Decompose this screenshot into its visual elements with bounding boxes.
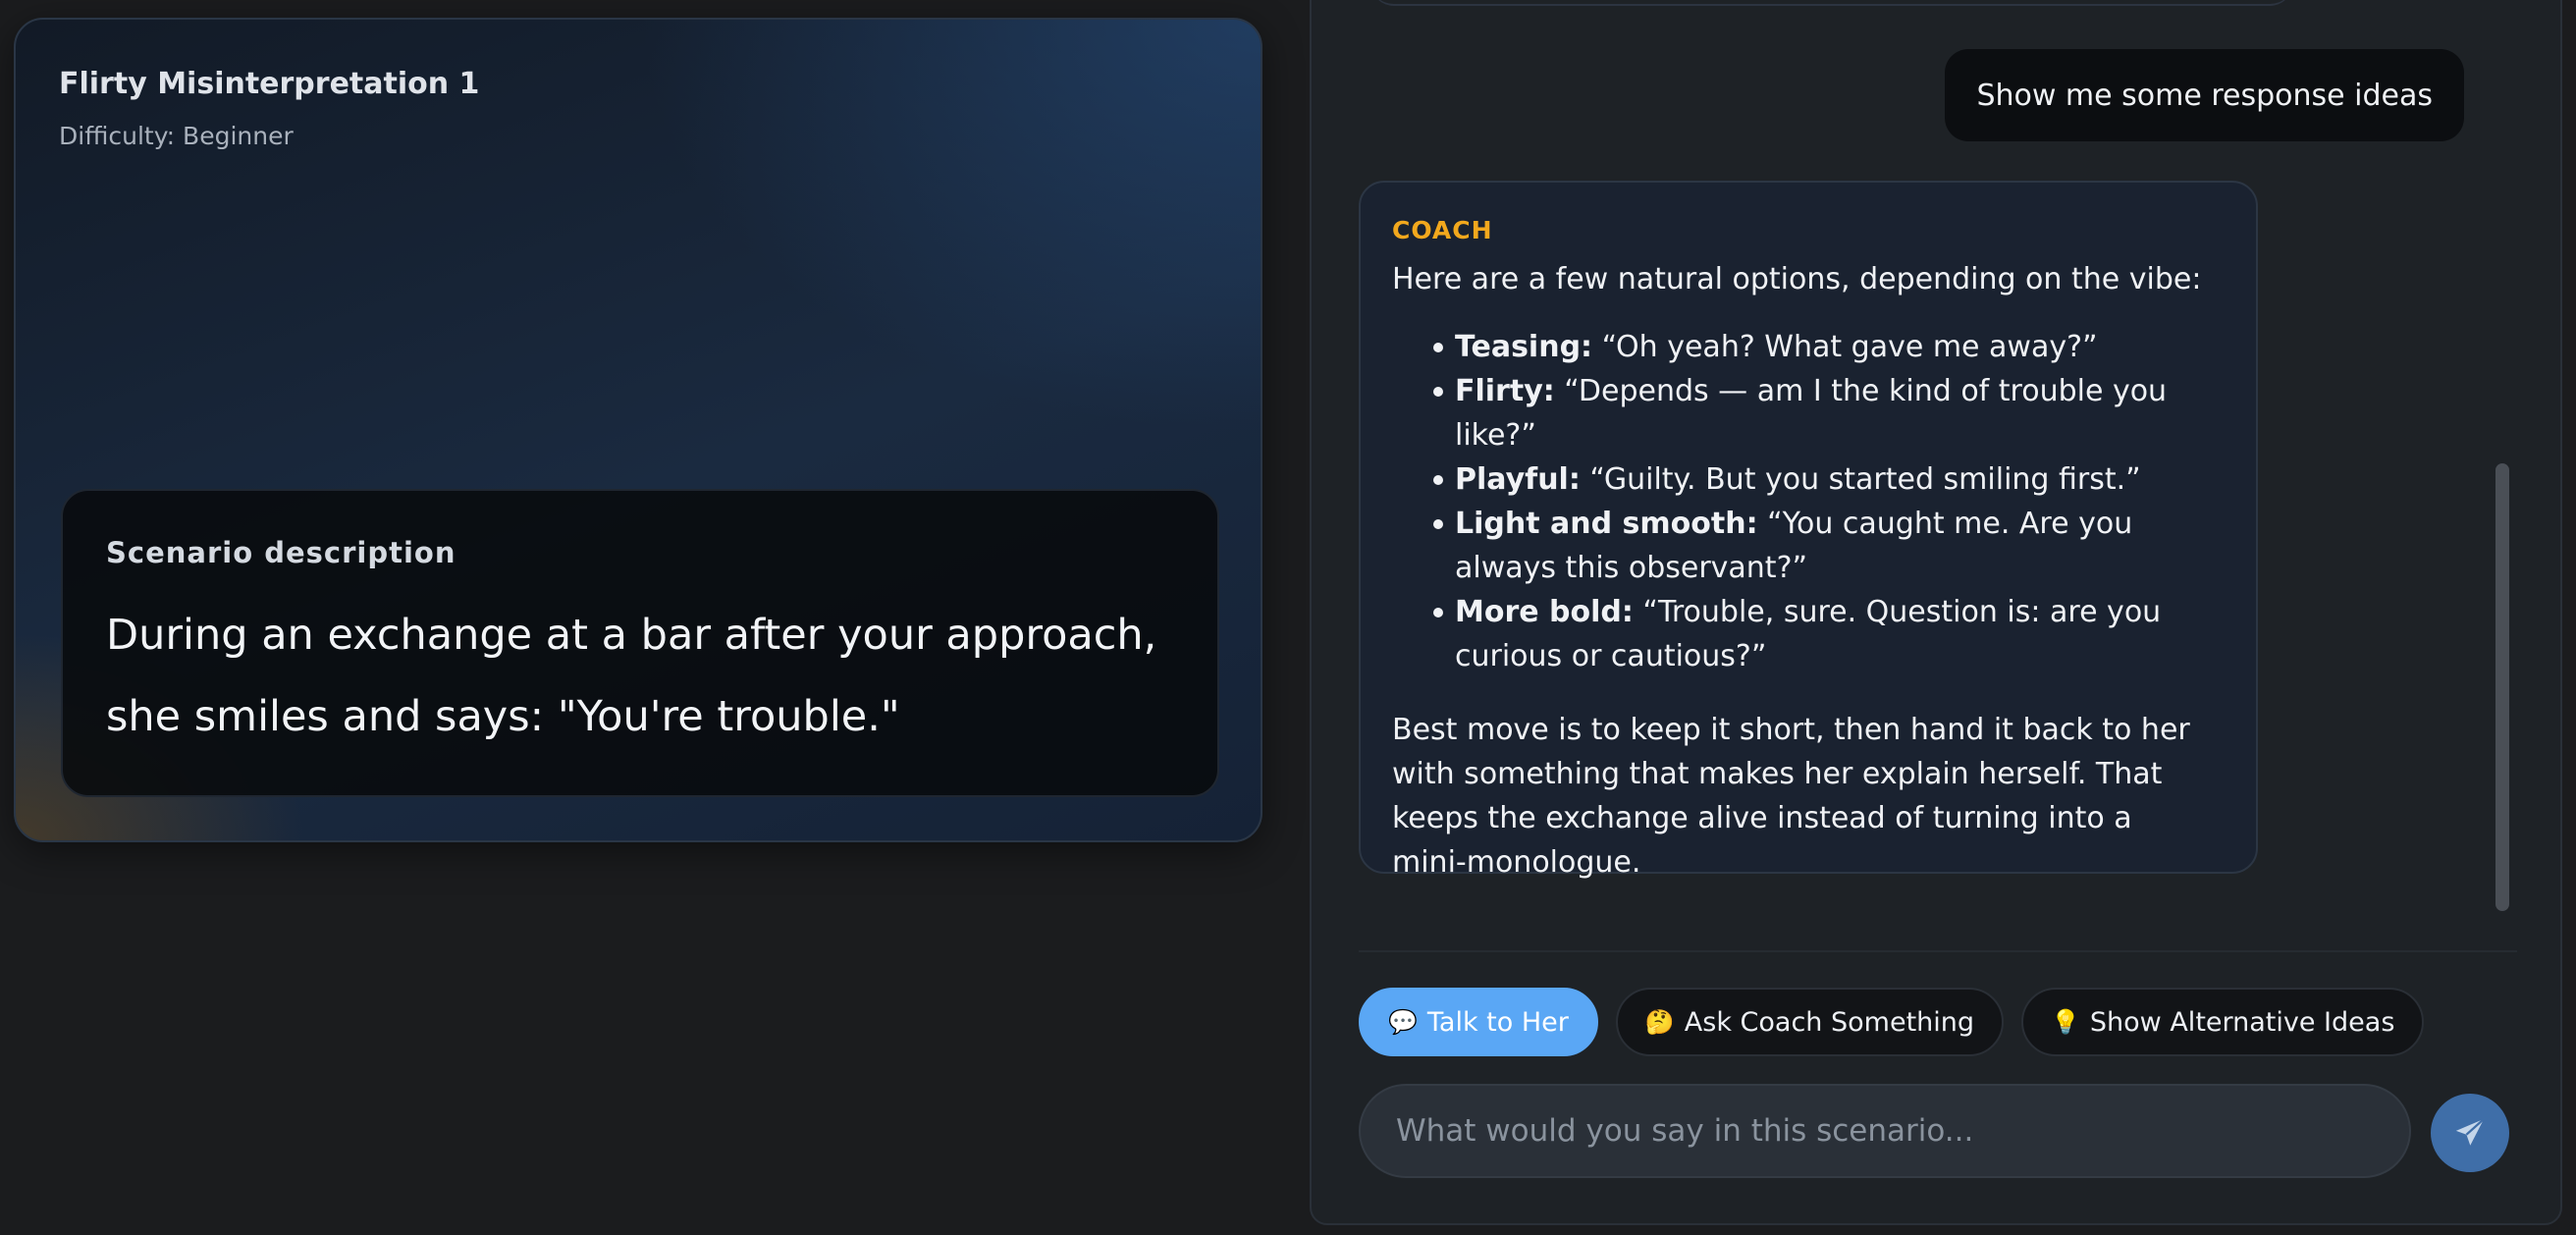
option-text: “Depends — am I the kind of trouble you … (1455, 374, 2168, 453)
send-icon (2455, 1117, 2485, 1146)
lightbulb-icon: 💡 (2051, 1008, 2080, 1036)
coach-options-list: Teasing: “Oh yeah? What gave me away?” F… (1392, 325, 2225, 678)
scenario-description-text: During an exchange at a bar after your a… (106, 611, 1157, 741)
action-buttons: 💬 Talk to Her 🤔 Ask Coach Something 💡 Sh… (1359, 988, 2425, 1056)
chat-scrollbar-thumb[interactable] (2496, 463, 2509, 911)
coach-intro: Here are a few natural options, dependin… (1392, 262, 2202, 296)
coach-label: COACH (1392, 216, 1493, 244)
coach-option-more-bold: More bold: “Trouble, sure. Question is: … (1392, 590, 2225, 678)
user-message-text: Show me some response ideas (1976, 78, 2433, 113)
speech-bubble-icon: 💬 (1388, 1008, 1418, 1036)
previous-message-edge (1370, 0, 2293, 6)
show-alternative-ideas-button[interactable]: 💡 Show Alternative Ideas (2021, 988, 2425, 1056)
chat-divider (1359, 950, 2517, 952)
message-input[interactable] (1396, 1113, 2374, 1149)
send-button[interactable] (2431, 1094, 2509, 1172)
option-label: Light and smooth: (1455, 507, 1758, 541)
coach-option-light-smooth: Light and smooth: “You caught me. Are yo… (1392, 502, 2225, 590)
option-label: Playful: (1455, 462, 1581, 497)
option-label: Flirty: (1455, 374, 1555, 408)
scenario-difficulty: Difficulty: Beginner (59, 122, 294, 150)
option-text: “Oh yeah? What gave me away?” (1592, 330, 2098, 364)
coach-option-playful: Playful: “Guilty. But you started smilin… (1392, 457, 2225, 502)
talk-to-her-button[interactable]: 💬 Talk to Her (1359, 988, 1598, 1056)
coach-option-teasing: Teasing: “Oh yeah? What gave me away?” (1392, 325, 2225, 369)
option-text: “Guilty. But you started smiling first.” (1580, 462, 2141, 497)
coach-outro: Best move is to keep it short, then hand… (1392, 713, 2190, 880)
scenario-card: Flirty Misinterpretation 1 Difficulty: B… (14, 18, 1262, 842)
talk-to-her-label: Talk to Her (1426, 1006, 1569, 1038)
thinking-face-icon: 🤔 (1644, 1008, 1675, 1036)
show-alternative-ideas-label: Show Alternative Ideas (2089, 1006, 2395, 1038)
scenario-description-heading: Scenario description (106, 536, 456, 569)
user-message-bubble: Show me some response ideas (1945, 49, 2464, 141)
chat-panel: Show me some response ideas COACH Here a… (1310, 0, 2562, 1225)
ask-coach-button[interactable]: 🤔 Ask Coach Something (1615, 988, 2005, 1056)
scenario-title: Flirty Misinterpretation 1 (59, 67, 480, 101)
coach-option-flirty: Flirty: “Depends — am I the kind of trou… (1392, 369, 2225, 457)
ask-coach-label: Ask Coach Something (1684, 1006, 1975, 1038)
option-label: Teasing: (1455, 330, 1593, 364)
scenario-description-box: Scenario description During an exchange … (61, 489, 1219, 797)
coach-message-bubble: COACH Here are a few natural options, de… (1359, 181, 2258, 880)
message-input-container (1359, 1084, 2411, 1178)
option-label: More bold: (1455, 595, 1634, 629)
